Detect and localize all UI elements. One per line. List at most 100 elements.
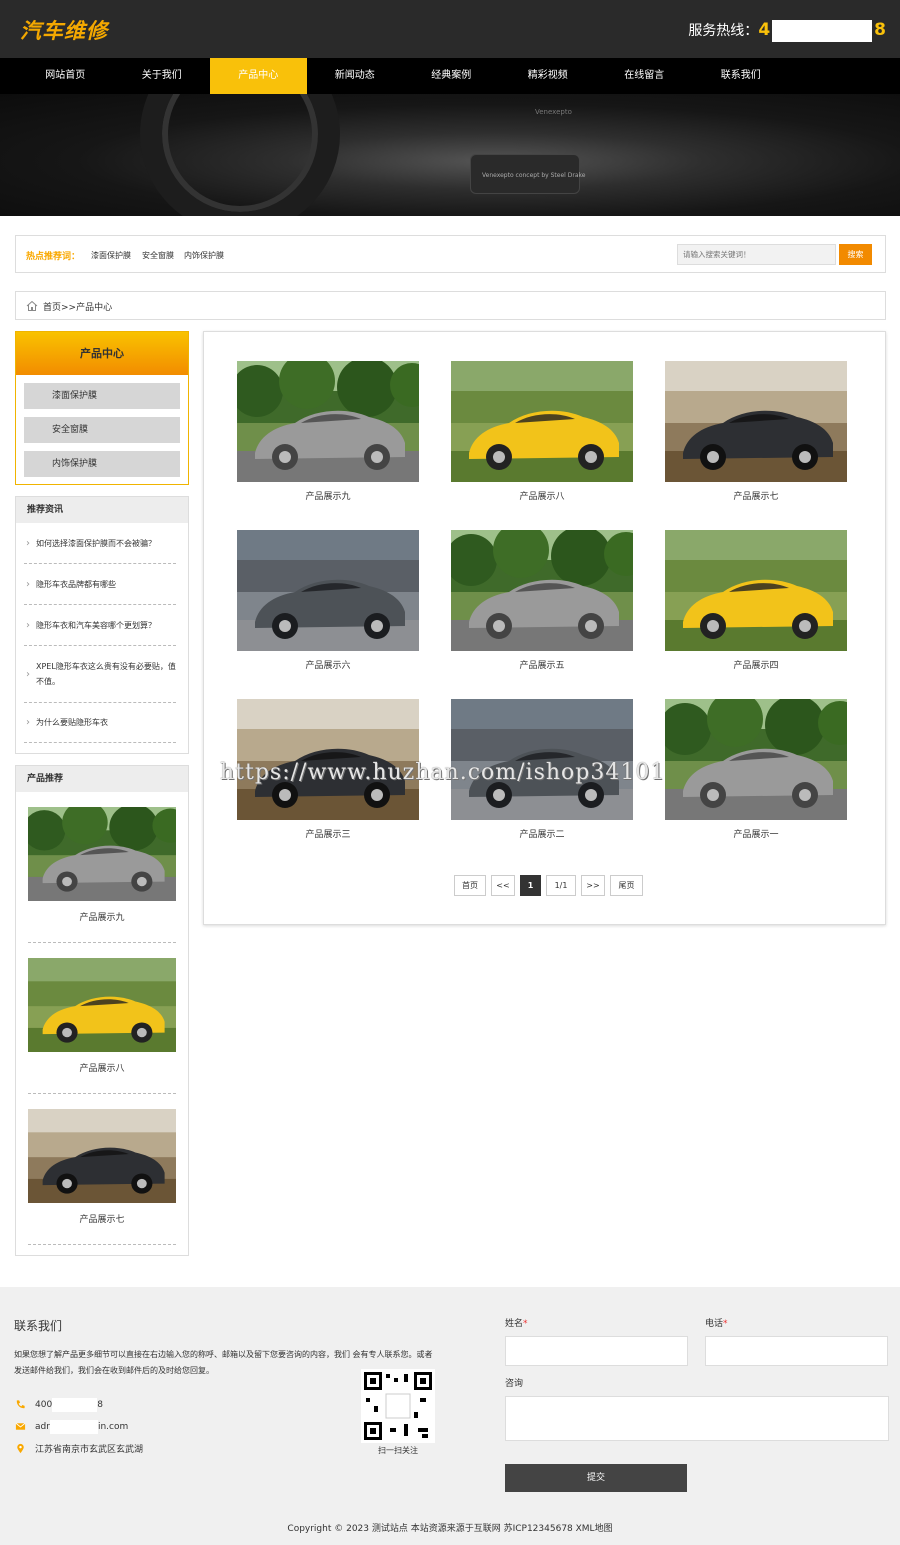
side-product-list: 产品展示九产品展示八产品展示七	[16, 792, 189, 1245]
product-image[interactable]	[665, 361, 847, 482]
category-list: 漆面保护膜安全窗膜内饰保护膜	[16, 383, 188, 477]
site-header: 汽车维修 服务热线：4 8	[0, 0, 900, 58]
main-nav: 网站首页 关于我们 产品中心 新闻动态 经典案例 精彩视频 在线留言 联系我们	[0, 58, 900, 94]
mail-icon	[14, 1421, 26, 1433]
contact-email: adr in.com	[14, 1420, 128, 1434]
side-product-item[interactable]: 产品展示七	[28, 1094, 176, 1245]
product-image[interactable]	[665, 530, 847, 651]
product-card[interactable]: 产品展示六	[237, 530, 419, 671]
nav-item[interactable]: 精彩视频	[500, 58, 597, 94]
nav-item[interactable]: 联系我们	[693, 58, 790, 94]
hotline-number-end: 8	[874, 20, 886, 40]
name-field[interactable]	[505, 1336, 688, 1366]
category-box: 产品中心 漆面保护膜 安全窗膜 内饰保护膜	[15, 331, 189, 485]
product-caption[interactable]: 产品展示二	[451, 827, 633, 840]
product-image[interactable]	[23, 800, 189, 901]
search-input[interactable]	[677, 244, 836, 265]
hero-banner: Venexepto concept by Steel Drake Venexep…	[0, 94, 900, 216]
news-item[interactable]: 隐形车衣和汽车美容哪个更划算？	[24, 605, 176, 646]
product-caption[interactable]: 产品展示九	[237, 489, 419, 502]
email-end: in.com	[97, 1422, 129, 1432]
product-card[interactable]: 产品展示一	[659, 691, 862, 840]
hotline-label: 服务热线：	[688, 23, 759, 39]
product-caption[interactable]: 产品展示八	[451, 489, 633, 502]
products-box-title: 产品推荐	[16, 766, 188, 792]
qr-caption: 扫一扫关注	[378, 1446, 418, 1455]
product-image[interactable]	[659, 691, 862, 820]
product-caption[interactable]: 产品展示一	[665, 827, 847, 840]
hotline-number-start: 4	[758, 20, 771, 40]
news-item[interactable]: XPEL隐形车衣这么贵有没有必要贴，值不值。	[24, 646, 176, 703]
news-item[interactable]: 如何选择漆面保护膜而不会被骗？	[24, 523, 176, 564]
recommended-news-box: 推荐资讯 如何选择漆面保护膜而不会被骗？隐形车衣品牌都有哪些隐形车衣和汽车美容哪…	[15, 496, 189, 754]
news-box-title: 推荐资讯	[16, 497, 188, 523]
product-grid: 首页 << 1 1/1 >> 尾页 产品展示九 产品展示八 产品展示七 产品展示六 产品…	[203, 331, 886, 925]
product-card[interactable]: 产品展示四	[665, 530, 847, 671]
product-card[interactable]: 产品展示九	[231, 353, 434, 502]
product-caption[interactable]: 产品展示七	[28, 1212, 176, 1225]
side-product-item[interactable]: 产品展示八	[28, 943, 176, 1094]
nav-item[interactable]: 关于我们	[114, 58, 211, 94]
product-image[interactable]	[237, 530, 419, 651]
nav-item[interactable]: 在线留言	[596, 58, 693, 94]
hot-keyword-link[interactable]: 内饰保护膜	[184, 250, 224, 261]
product-card[interactable]: 产品展示八	[451, 361, 633, 502]
hot-keyword-link[interactable]: 漆面保护膜	[91, 250, 131, 261]
product-image[interactable]	[28, 958, 176, 1052]
search-button[interactable]: 搜索	[839, 244, 872, 265]
phone-field[interactable]	[705, 1336, 888, 1366]
email-start: adr	[35, 1422, 50, 1432]
product-image[interactable]	[28, 1109, 176, 1203]
contact-phone: 400 8	[14, 1398, 103, 1412]
product-caption[interactable]: 产品展示九	[28, 910, 176, 923]
product-caption[interactable]: 产品展示三	[237, 827, 419, 840]
hot-search-bar: 热点推荐词： 漆面保护膜 安全窗膜 内饰保护膜 搜索	[15, 235, 886, 273]
hot-keyword-link[interactable]: 安全窗膜	[142, 250, 174, 261]
copyright: Copyright © 2023 测试站点 本站资源来源于互联网 苏ICP123…	[287, 1524, 613, 1534]
product-caption[interactable]: 产品展示六	[237, 658, 419, 671]
nav-item[interactable]: 新闻动态	[307, 58, 404, 94]
name-label: 姓名*	[505, 1319, 528, 1329]
message-label: 咨询	[505, 1379, 524, 1389]
product-card[interactable]: 产品展示五	[445, 522, 648, 671]
contact-title: 联系我们	[14, 1319, 63, 1333]
product-card[interactable]: 产品展示七	[665, 361, 847, 502]
product-image[interactable]	[451, 361, 633, 482]
phone-start: 400	[35, 1400, 53, 1410]
pagination: 首页 << 1 1/1 >> 尾页	[454, 875, 643, 896]
pager-last[interactable]: 尾页	[610, 875, 643, 896]
product-caption[interactable]: 产品展示七	[665, 489, 847, 502]
redaction-mask	[49, 1420, 98, 1434]
category-item[interactable]: 安全窗膜	[24, 417, 180, 443]
breadcrumb-text[interactable]: 首页>>产品中心	[43, 300, 112, 313]
site-logo[interactable]: 汽车维修	[20, 15, 108, 45]
nav-item[interactable]: 经典案例	[403, 58, 500, 94]
category-item[interactable]: 内饰保护膜	[24, 451, 180, 477]
submit-button[interactable]: 提交	[505, 1464, 687, 1492]
qr-code	[361, 1369, 435, 1443]
pager-prev[interactable]: <<	[491, 875, 515, 896]
pager-next[interactable]: >>	[581, 875, 605, 896]
product-image[interactable]	[231, 353, 434, 482]
footer: 联系我们 如果您想了解产品更多细节可以直接在右边输入您的称呼、邮箱以及留下您要咨…	[0, 1287, 900, 1545]
side-product-item[interactable]: 产品展示九	[23, 792, 189, 943]
hot-keywords-label: 热点推荐词：	[26, 252, 81, 262]
product-caption[interactable]: 产品展示八	[28, 1061, 176, 1074]
product-image[interactable]	[445, 522, 648, 651]
news-item[interactable]: 为什么要贴隐形车衣	[24, 703, 176, 743]
nav-item[interactable]: 产品中心	[210, 58, 307, 94]
product-caption[interactable]: 产品展示四	[665, 658, 847, 671]
banner-caption-2: Venexepto	[535, 108, 572, 116]
news-item[interactable]: 隐形车衣品牌都有哪些	[24, 564, 176, 605]
recommended-products-box: 产品推荐 产品展示九产品展示八产品展示七	[15, 765, 189, 1256]
category-item[interactable]: 漆面保护膜	[24, 383, 180, 409]
message-textarea[interactable]	[505, 1396, 889, 1441]
pager-current[interactable]: 1	[520, 875, 541, 896]
news-list: 如何选择漆面保护膜而不会被骗？隐形车衣品牌都有哪些隐形车衣和汽车美容哪个更划算？…	[16, 523, 188, 743]
product-caption[interactable]: 产品展示五	[451, 658, 633, 671]
phone-label: 电话*	[705, 1319, 728, 1329]
pager-first[interactable]: 首页	[454, 875, 486, 896]
phone-end: 8	[97, 1400, 103, 1410]
nav-item[interactable]: 网站首页	[17, 58, 114, 94]
contact-address: 江苏省南京市玄武区玄武湖	[14, 1442, 143, 1455]
